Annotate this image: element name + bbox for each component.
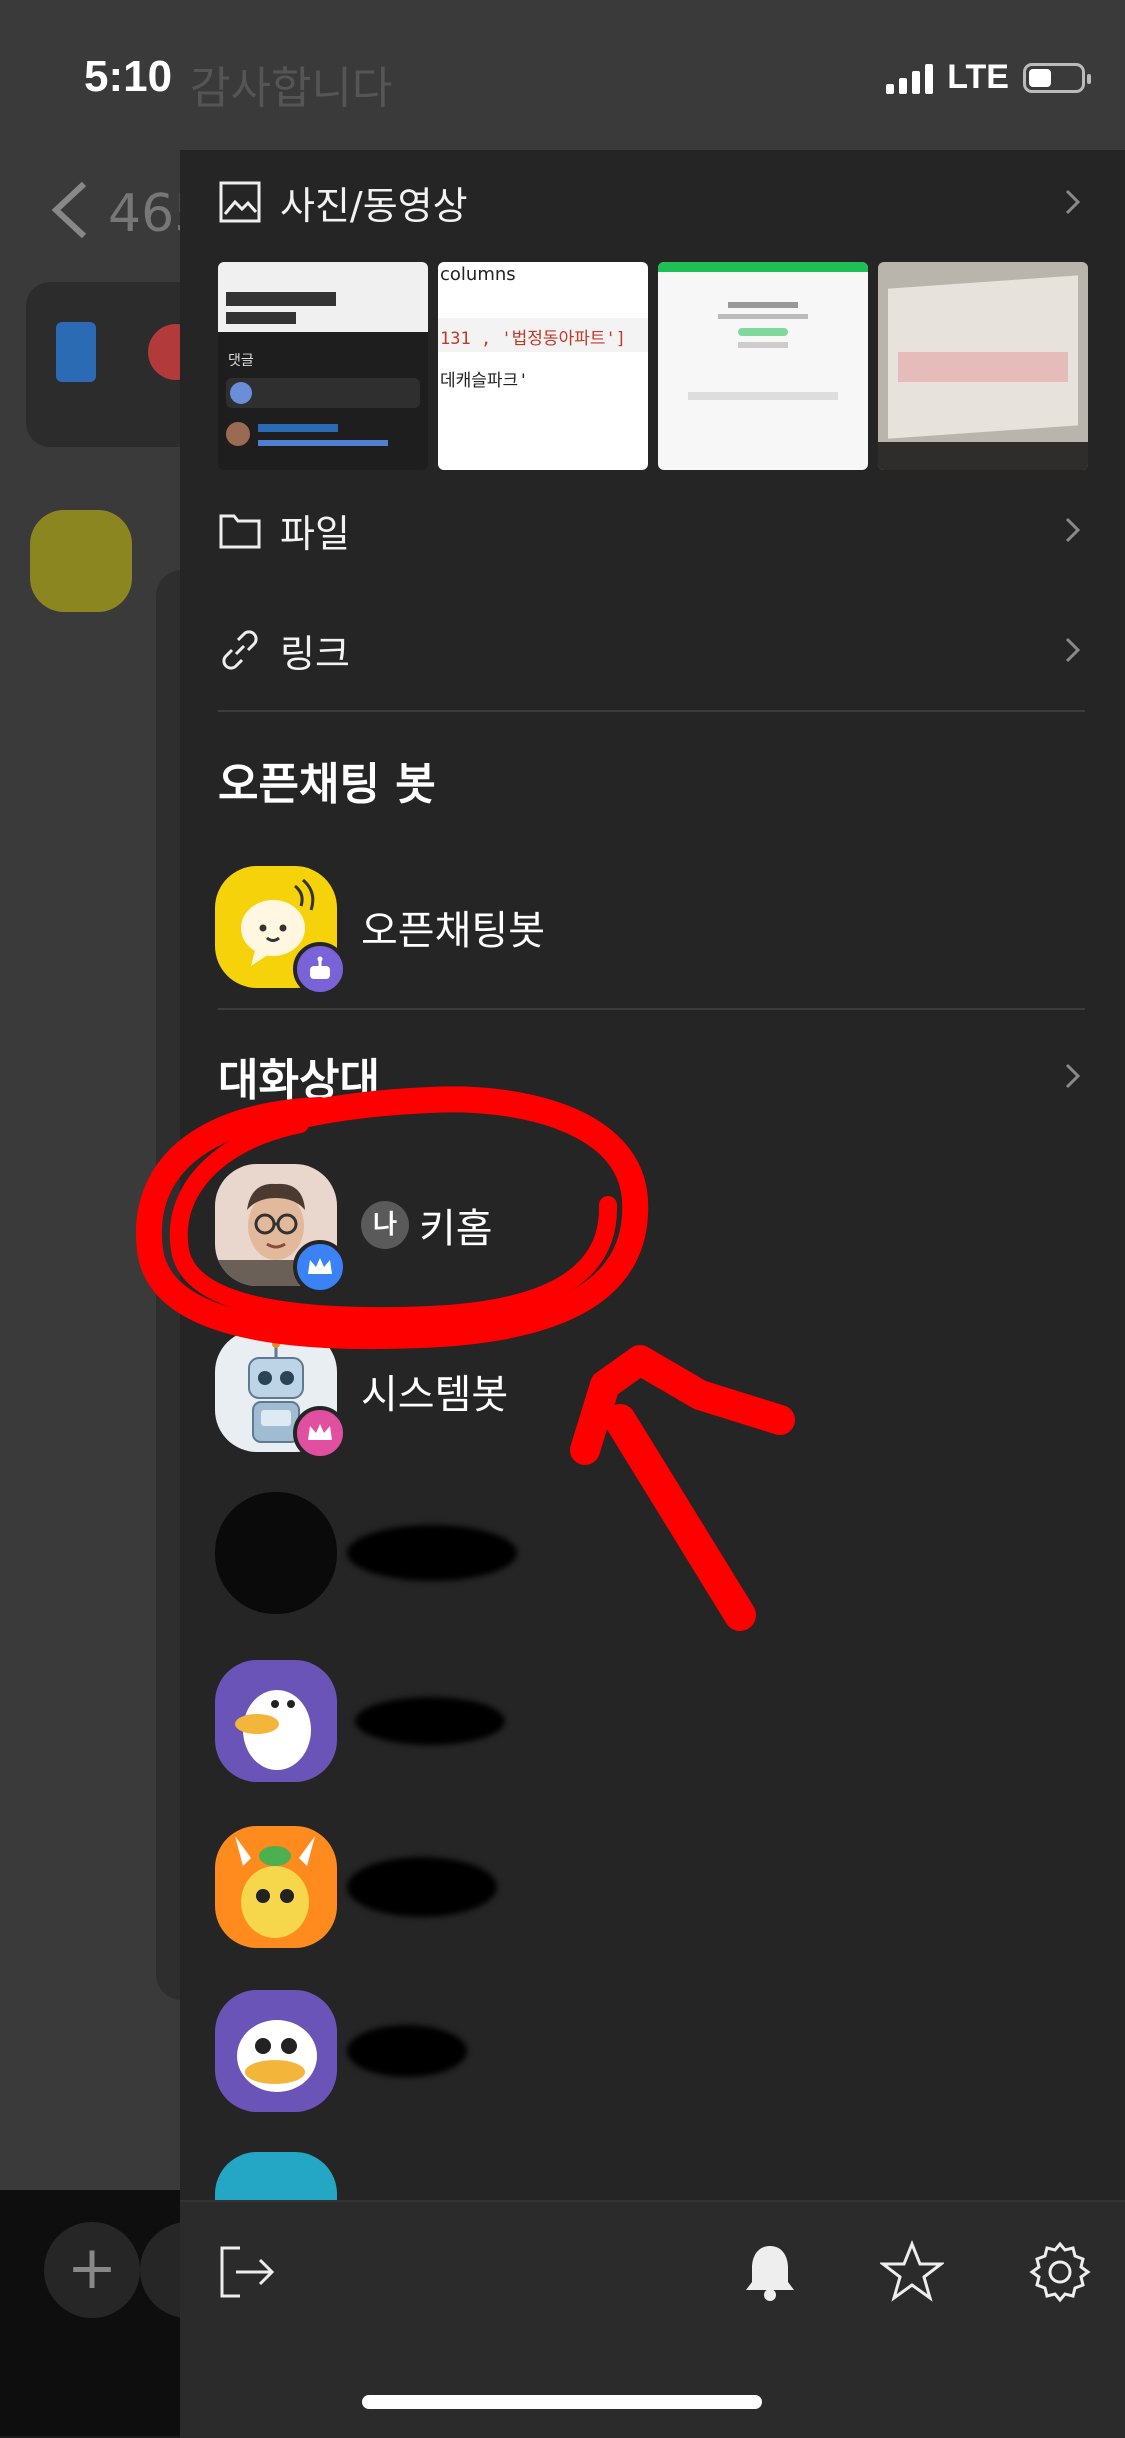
members-section-header[interactable]: 대화상대: [218, 1046, 1085, 1106]
redaction-scribble: [347, 2025, 467, 2077]
thumbnail-caption: 댓글: [228, 353, 254, 369]
media-label: 사진/동영상: [280, 183, 468, 228]
leave-icon[interactable]: [216, 2240, 280, 2304]
divider: [218, 1008, 1085, 1010]
media-row[interactable]: 사진/동영상: [218, 172, 1085, 232]
divider: [218, 710, 1085, 712]
crown-icon: [293, 1406, 347, 1460]
redaction-scribble: [355, 1697, 505, 1745]
member-avatar: [215, 1164, 347, 1294]
star-icon[interactable]: [880, 2240, 944, 2304]
thumbnail-code-line1: columns: [440, 264, 516, 285]
thumbnail-code-line3: 데캐슬파크': [440, 371, 529, 391]
battery-icon: [1023, 62, 1091, 93]
photo-icon: [219, 181, 261, 223]
bot-badge-icon: [293, 942, 347, 996]
status-indicators: LTE: [886, 58, 1091, 97]
network-type: LTE: [947, 58, 1009, 96]
bot-item[interactable]: 오픈채팅봇: [215, 866, 545, 996]
member-item-systembot[interactable]: 시스템봇: [215, 1330, 509, 1460]
member-item-me[interactable]: 나 키홈: [215, 1164, 493, 1294]
media-thumbnails: 댓글 columns 131 , '법정동아파트'] 데캐슬파크': [218, 262, 1088, 470]
bot-section-title: 오픈채팅 봇: [218, 759, 436, 810]
files-row[interactable]: 파일: [218, 500, 1085, 560]
member-name: 시스템봇: [361, 1372, 509, 1418]
member-avatar: [215, 1990, 337, 2112]
links-row[interactable]: 링크: [218, 620, 1085, 680]
member-item-redacted[interactable]: [215, 1492, 517, 1614]
signal-icon: [886, 62, 934, 94]
thumbnail-2[interactable]: columns 131 , '법정동아파트'] 데캐슬파크': [438, 262, 648, 470]
member-item-redacted[interactable]: [215, 1990, 467, 2112]
members-section-title: 대화상대: [218, 1055, 380, 1106]
chevron-right-icon: [1065, 637, 1081, 663]
member-avatar: [215, 1660, 337, 1782]
chevron-right-icon: [1065, 189, 1081, 215]
thumbnail-3[interactable]: [658, 262, 868, 470]
crown-icon: [293, 1240, 347, 1294]
chevron-right-icon: [1065, 1063, 1081, 1089]
me-tag: 나: [361, 1201, 409, 1249]
thumbnail-4[interactable]: [878, 262, 1088, 470]
chevron-right-icon: [1065, 517, 1081, 543]
thumbnail-1[interactable]: 댓글: [218, 262, 428, 470]
link-icon: [222, 630, 258, 670]
folder-icon: [219, 514, 261, 549]
thumbnail-code-line2: 131 , '법정동아파트']: [440, 329, 626, 349]
back-icon[interactable]: [50, 180, 90, 240]
member-avatar: [215, 1492, 337, 1614]
member-avatar: [215, 1330, 347, 1460]
bot-name: 오픈채팅봇: [361, 908, 545, 954]
member-item-redacted[interactable]: [215, 1660, 505, 1782]
home-indicator: [362, 2395, 762, 2409]
settings-gear-icon[interactable]: [1028, 2240, 1092, 2304]
plus-icon[interactable]: +: [44, 2222, 140, 2318]
links-label: 링크: [280, 631, 350, 676]
notification-bell-icon[interactable]: [738, 2240, 802, 2304]
redaction-scribble: [347, 1857, 497, 1917]
background-avatar: [30, 510, 132, 612]
files-label: 파일: [280, 511, 350, 556]
member-item-redacted[interactable]: [215, 1826, 497, 1948]
status-time: 5:10: [84, 52, 173, 101]
member-avatar: [215, 1826, 337, 1948]
member-name: 키홈: [419, 1206, 493, 1252]
bot-avatar: [215, 866, 347, 996]
background-title: 감사합니다: [190, 63, 393, 114]
redaction-scribble: [347, 1525, 517, 1581]
